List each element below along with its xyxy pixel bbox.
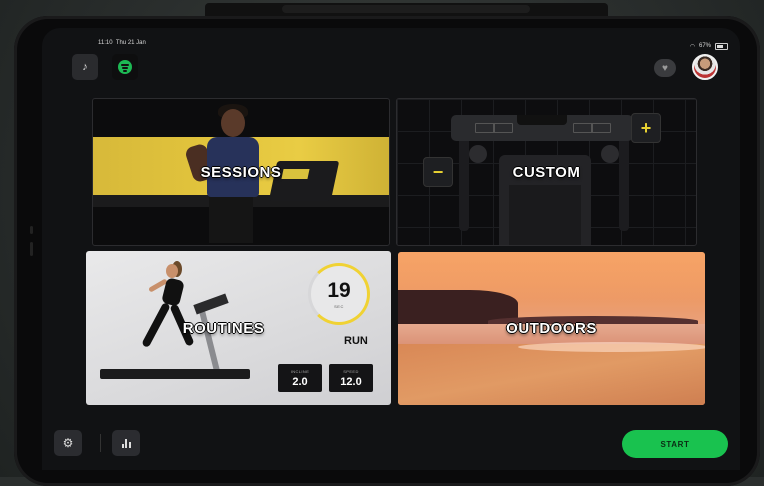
battery-icon: [715, 42, 728, 50]
side-sensor: [30, 226, 33, 234]
device-top-edge: [205, 3, 608, 17]
decrease-button[interactable]: −: [423, 157, 453, 187]
sessions-runner-legs: [209, 197, 253, 243]
sessions-label: SESSIONS: [200, 163, 282, 181]
routines-tile[interactable]: 19 SEC RUN INCLINE 2.0 SPEED 12.0 ROUTIN…: [86, 251, 391, 405]
status-indicators: ◠ 67%: [690, 40, 728, 52]
timer-unit: SEC: [334, 303, 344, 309]
treadmill-post-right: [619, 137, 629, 231]
increase-button[interactable]: +: [631, 113, 661, 143]
runner-leg: [141, 301, 171, 349]
bottom-bar: ⚙ START: [54, 424, 728, 464]
sessions-tile[interactable]: SESSIONS: [92, 98, 390, 246]
outdoors-sand: [398, 344, 705, 405]
music-note-icon: ♪: [82, 61, 88, 73]
user-avatar[interactable]: [692, 54, 718, 80]
start-button[interactable]: START: [622, 430, 728, 458]
status-date: Thu 21 Jan: [115, 40, 146, 46]
treadmill-knob-left: [469, 145, 487, 163]
favorite-button[interactable]: ♥: [654, 59, 676, 77]
treadmill-belt: [100, 369, 250, 379]
spotify-button[interactable]: [112, 54, 138, 80]
battery-percent: 67%: [698, 43, 711, 49]
wifi-icon: ◠: [689, 43, 695, 50]
stats-button[interactable]: [112, 430, 140, 456]
speed-value: 12.0: [340, 375, 362, 388]
side-sensor: [30, 242, 33, 256]
outdoors-wave: [518, 342, 705, 352]
app-screen: 11:10 Thu 21 Jan ◠ 67% ♪ ♥ SESSIONS − + …: [42, 28, 740, 470]
bar-chart-icon: [121, 438, 131, 448]
treadmill-console-small: [193, 293, 229, 315]
gear-icon: ⚙: [62, 436, 74, 450]
treadmill-knob-right: [601, 145, 619, 163]
runner-head: [166, 264, 178, 278]
treadmill-post-left: [459, 137, 469, 231]
sessions-runner-head: [221, 109, 245, 137]
heart-icon: ♥: [662, 62, 668, 74]
device-button: [282, 5, 530, 13]
plus-icon: +: [640, 117, 652, 138]
minus-icon: −: [432, 161, 444, 182]
bottom-divider: [100, 434, 101, 452]
status-time-date: 11:10 Thu 21 Jan: [98, 40, 146, 52]
custom-tile[interactable]: − + CUSTOM: [396, 98, 697, 246]
speed-caption: SPEED: [343, 368, 359, 374]
speed-stat: SPEED 12.0: [329, 364, 373, 392]
routines-label: ROUTINES: [182, 319, 265, 337]
treadmill-console: [451, 115, 633, 141]
status-time: 11:10: [98, 40, 113, 46]
status-bar: 11:10 Thu 21 Jan ◠ 67%: [98, 40, 728, 52]
incline-caption: INCLINE: [290, 368, 310, 374]
custom-label: CUSTOM: [512, 163, 581, 181]
settings-button[interactable]: ⚙: [54, 430, 82, 456]
music-button[interactable]: ♪: [72, 54, 98, 80]
incline-stat: INCLINE 2.0: [278, 364, 322, 392]
timer-value: 19: [327, 278, 351, 302]
treadmill-rail: [197, 303, 221, 375]
timer-ring: 19 SEC: [308, 263, 370, 325]
outdoors-tile[interactable]: OUTDOORS: [398, 252, 705, 405]
spotify-icon: [118, 60, 132, 74]
outdoors-label: OUTDOORS: [506, 320, 597, 337]
top-nav: ♪ ♥: [72, 54, 726, 80]
incline-value: 2.0: [292, 375, 308, 388]
activity-label: RUN: [344, 335, 368, 347]
